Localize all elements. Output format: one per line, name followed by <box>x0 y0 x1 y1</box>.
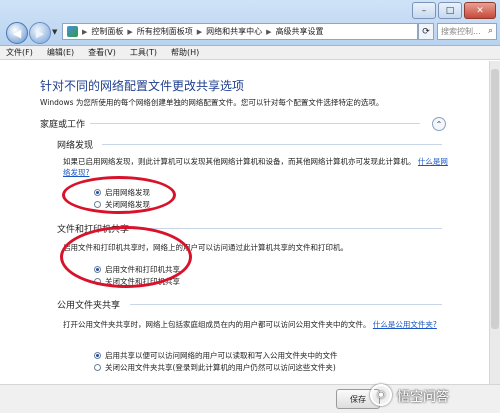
menu-file[interactable]: 文件(F) <box>6 47 33 58</box>
forward-button[interactable]: ▶ <box>29 22 51 44</box>
annotation-oval <box>62 176 176 214</box>
public-folder-heading: 公用文件夹共享 <box>57 301 121 311</box>
menu-view[interactable]: 查看(V) <box>88 47 116 58</box>
recent-pages-dropdown-icon[interactable]: ▼ <box>52 28 57 36</box>
window-controls: – □ ✕ <box>412 2 496 19</box>
search-input[interactable]: 搜索控制... ⌕ <box>437 23 497 40</box>
network-discovery-text: 如果已启用网络发现，则此计算机可以发现其他网络计算机和设备，而其他网络计算机亦可… <box>63 156 453 178</box>
breadcrumb-separator-icon[interactable]: ▶ <box>197 28 202 36</box>
wukong-logo-icon: ◉ <box>370 384 392 406</box>
minimize-button[interactable]: – <box>412 2 436 19</box>
radio-unselected-icon <box>94 364 101 371</box>
radio-label: 启用共享以便可以访问网络的用户可以读取和写入公用文件夹中的文件 <box>105 351 338 360</box>
page-description: Windows 为您所使用的每个网络创建单独的网络配置文件。您可以针对每个配置文… <box>40 98 384 107</box>
watermark-text: 悟空问答 <box>397 389 450 405</box>
chevron-up-icon: ⌃ <box>435 119 443 129</box>
public-folder-description: 打开公用文件夹共享时，网络上包括家庭组成员在内的用户都可以访问公用文件夹中的文件… <box>63 320 371 329</box>
menu-help[interactable]: 帮助(H) <box>171 47 199 58</box>
network-discovery-heading: 网络发现 <box>57 141 94 151</box>
save-button-label: 保存 <box>350 394 366 404</box>
menu-bar: 文件(F) 编辑(E) 查看(V) 工具(T) 帮助(H) <box>0 46 500 60</box>
breadcrumb-separator-icon[interactable]: ▶ <box>127 28 132 36</box>
watermark: ◉ 悟空问答 <box>370 380 449 410</box>
breadcrumb-network-center[interactable]: 网络和共享中心 <box>206 26 262 37</box>
control-panel-icon <box>67 26 78 37</box>
back-arrow-icon: ◀ <box>12 26 22 40</box>
maximize-button[interactable]: □ <box>438 2 462 19</box>
annotation-oval <box>60 226 192 288</box>
radio-selected-icon <box>94 352 101 359</box>
menu-tools[interactable]: 工具(T) <box>130 47 157 58</box>
radio-disable-public-folder[interactable]: 关闭公用文件夹共享(登录到此计算机的用户仍然可以访问这些文件夹) <box>94 362 336 373</box>
divider <box>130 304 442 305</box>
forward-arrow-icon: ▶ <box>35 26 45 40</box>
window-titlebar: – □ ✕ ◀ ▶ ▼ ▶ 控制面板 ▶ 所有控制面板项 ▶ 网络和共享中心 ▶… <box>0 0 500 46</box>
back-button[interactable]: ◀ <box>6 22 28 44</box>
breadcrumb-separator-icon[interactable]: ▶ <box>82 28 87 36</box>
collapse-section-button[interactable]: ⌃ <box>432 117 446 131</box>
divider <box>102 144 442 145</box>
refresh-icon: ⟳ <box>422 26 430 37</box>
profile-heading: 家庭或工作 <box>40 120 86 130</box>
breadcrumb-control-panel[interactable]: 控制面板 <box>91 26 123 37</box>
divider <box>90 123 420 124</box>
search-icon[interactable]: ⌕ <box>488 26 493 36</box>
refresh-button[interactable]: ⟳ <box>418 23 434 40</box>
radio-label: 关闭公用文件夹共享(登录到此计算机的用户仍然可以访问这些文件夹) <box>105 363 336 372</box>
scrollbar-thumb[interactable] <box>491 69 499 329</box>
public-folder-help-link[interactable]: 什么是公用文件夹? <box>373 320 437 329</box>
address-bar[interactable]: ▶ 控制面板 ▶ 所有控制面板项 ▶ 网络和共享中心 ▶ 高级共享设置 <box>62 23 418 40</box>
breadcrumb-advanced-sharing[interactable]: 高级共享设置 <box>276 26 324 37</box>
search-placeholder: 搜索控制... <box>441 27 481 36</box>
public-folder-text: 打开公用文件夹共享时，网络上包括家庭组成员在内的用户都可以访问公用文件夹中的文件… <box>63 319 453 330</box>
divider <box>140 228 442 229</box>
radio-enable-public-folder[interactable]: 启用共享以便可以访问网络的用户可以读取和写入公用文件夹中的文件 <box>94 350 338 361</box>
menu-edit[interactable]: 编辑(E) <box>47 47 74 58</box>
network-discovery-description: 如果已启用网络发现，则此计算机可以发现其他网络计算机和设备，而其他网络计算机亦可… <box>63 157 416 166</box>
breadcrumb-all-items[interactable]: 所有控制面板项 <box>137 26 193 37</box>
breadcrumb-separator-icon[interactable]: ▶ <box>266 28 271 36</box>
page-title: 针对不同的网络配置文件更改共享选项 <box>40 79 245 93</box>
close-button[interactable]: ✕ <box>464 2 496 19</box>
vertical-scrollbar[interactable] <box>489 61 500 384</box>
